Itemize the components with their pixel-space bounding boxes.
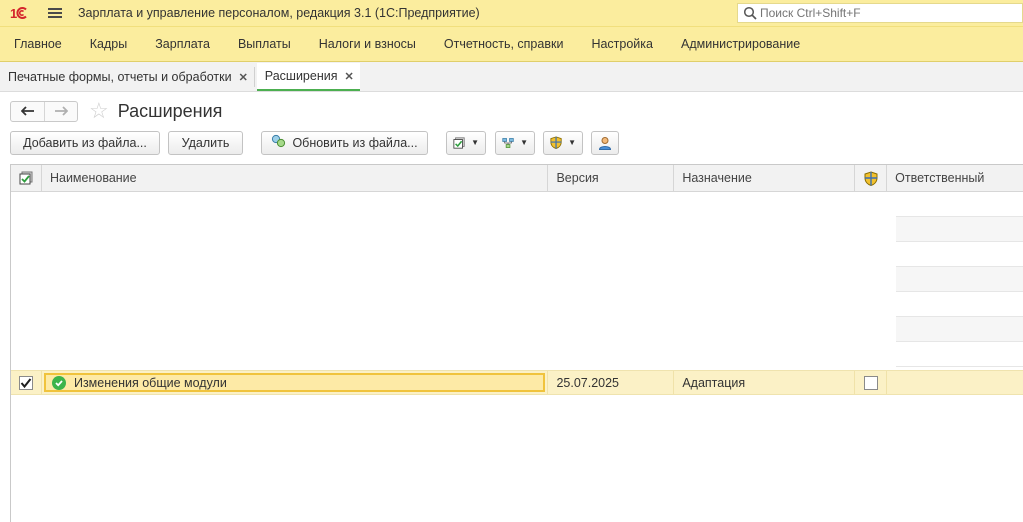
menu-item-main[interactable]: Главное (0, 37, 76, 51)
menu-item-salary[interactable]: Зарплата (141, 37, 224, 51)
delete-button[interactable]: Удалить (168, 130, 243, 155)
menu-item-administration[interactable]: Администрирование (667, 37, 814, 51)
tabs-bar: Печатные формы, отчеты и обработки ✕ Рас… (0, 62, 1023, 92)
main-menu-burger-icon[interactable] (48, 8, 62, 18)
table-stripe (896, 242, 1023, 267)
table-stripe (896, 342, 1023, 367)
update-from-file-button[interactable]: Обновить из файла... (261, 130, 428, 155)
tab-extensions[interactable]: Расширения ✕ (256, 63, 360, 91)
shield-icon (550, 136, 562, 149)
selected-cell[interactable]: Изменения общие модули (43, 373, 546, 392)
version-cell: 25.07.2025 (548, 371, 675, 394)
user-icon (598, 136, 612, 150)
header-safe-mode[interactable] (855, 165, 888, 191)
table-row[interactable]: Изменения общие модули 25.07.2025 Адапта… (11, 370, 1023, 395)
ok-status-icon (51, 375, 66, 390)
svg-text:1: 1 (10, 6, 17, 20)
table-empty-area (11, 192, 1023, 370)
header-version[interactable]: Версия (548, 165, 675, 191)
extensions-table[interactable]: Наименование Версия Назначение Ответстве… (10, 164, 1023, 522)
search-icon (743, 6, 757, 20)
table-header: Наименование Версия Назначение Ответстве… (11, 165, 1023, 192)
tab-label: Расширения (264, 69, 338, 83)
search-box[interactable] (737, 3, 1023, 23)
active-cell (11, 371, 42, 394)
table-stripe (896, 267, 1023, 292)
checkmark-icon (20, 377, 32, 388)
activate-menu-button[interactable]: ▼ (446, 130, 486, 155)
1c-logo-icon[interactable]: 1 (10, 6, 34, 21)
header-purpose[interactable]: Назначение (674, 165, 856, 191)
back-button[interactable] (11, 102, 44, 121)
check-list-icon (19, 171, 33, 185)
menu-item-settings[interactable]: Настройка (577, 37, 667, 51)
app-title: Зарплата и управление персоналом, редакц… (78, 6, 480, 20)
active-checkbox[interactable] (18, 375, 33, 390)
navigation-buttons (10, 100, 78, 122)
header-responsible[interactable]: Ответственный (887, 165, 1023, 191)
arrow-right-icon (55, 106, 68, 116)
search-input[interactable] (760, 6, 1010, 20)
arrow-left-icon (20, 106, 34, 116)
table-stripe (896, 217, 1023, 242)
chevron-down-icon: ▼ (568, 138, 576, 147)
add-from-file-button[interactable]: Добавить из файла... (10, 130, 160, 155)
structure-icon (502, 137, 514, 148)
safe-mode-cell (855, 371, 888, 394)
tab-label: Печатные формы, отчеты и обработки (8, 70, 232, 84)
main-menu: Главное Кадры Зарплата Выплаты Налоги и … (0, 26, 1023, 62)
check-list-icon (453, 136, 465, 149)
extension-name: Изменения общие модули (73, 375, 227, 390)
purpose-cell: Адаптация (674, 371, 856, 394)
table-stripe (896, 292, 1023, 317)
responsible-cell (887, 371, 1023, 394)
update-label: Обновить из файла... (292, 135, 418, 150)
tab-separator (253, 67, 255, 87)
chevron-down-icon: ▼ (520, 138, 528, 147)
safe-mode-checkbox[interactable] (863, 375, 878, 390)
chevron-down-icon: ▼ (471, 138, 479, 147)
close-icon[interactable]: ✕ (345, 70, 354, 83)
table-stripe (896, 317, 1023, 342)
name-cell[interactable]: Изменения общие модули (42, 371, 549, 394)
tab-print-forms[interactable]: Печатные формы, отчеты и обработки ✕ (0, 63, 254, 91)
safe-mode-menu-button[interactable]: ▼ (543, 130, 583, 155)
menu-item-payments[interactable]: Выплаты (224, 37, 305, 51)
update-icon (271, 134, 287, 151)
header-active-column[interactable] (11, 165, 42, 191)
shield-icon (864, 170, 878, 186)
menu-item-reports[interactable]: Отчетность, справки (430, 37, 578, 51)
title-bar: 1 Зарплата и управление персоналом, реда… (0, 0, 1023, 26)
responsible-button[interactable] (591, 130, 619, 155)
favorite-star-icon[interactable]: ☆ (89, 100, 109, 122)
menu-item-taxes[interactable]: Налоги и взносы (305, 37, 430, 51)
command-bar: Добавить из файла... Удалить Обновить из… (10, 130, 619, 155)
menu-item-personnel[interactable]: Кадры (76, 37, 141, 51)
structure-menu-button[interactable]: ▼ (495, 130, 535, 155)
page-title: Расширения (117, 100, 223, 121)
close-icon[interactable]: ✕ (239, 71, 248, 84)
table-stripe (896, 192, 1023, 217)
forward-button[interactable] (44, 101, 77, 121)
form-header: ☆ Расширения (10, 100, 222, 122)
header-name[interactable]: Наименование (42, 165, 549, 191)
